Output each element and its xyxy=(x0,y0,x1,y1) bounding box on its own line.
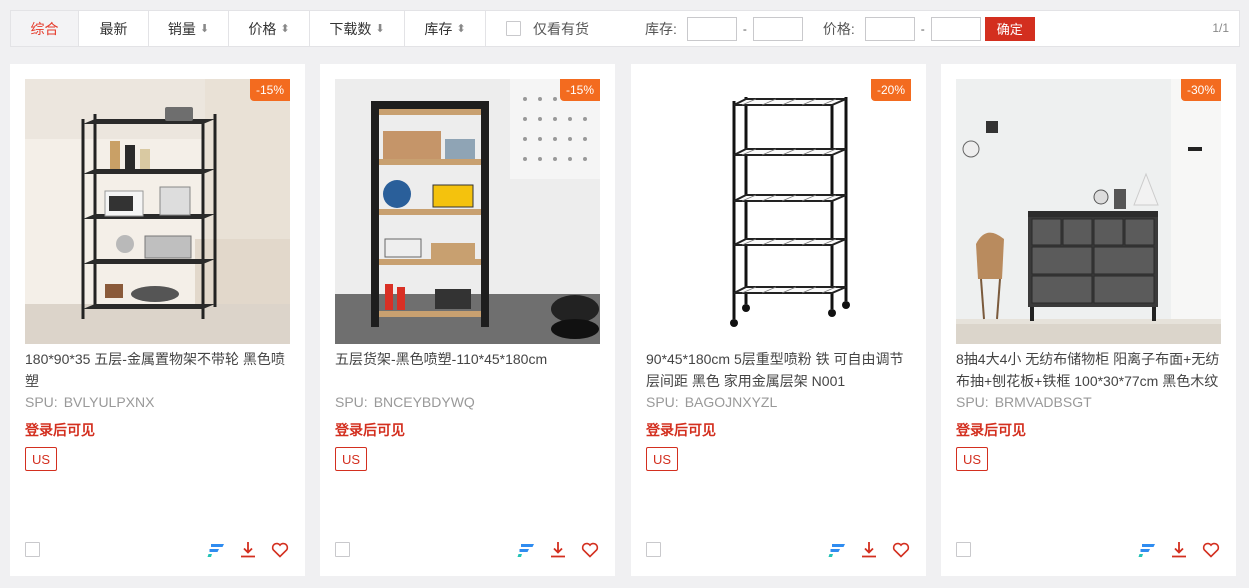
spu-label: SPU: xyxy=(646,394,679,410)
product-title[interactable]: 180*90*35 五层-金属置物架不带轮 黑色喷塑 xyxy=(25,348,293,392)
sort-toolbar: 综合 最新 销量 ⬇ 价格 ⬍ 下载数 ⬇ 库存 ⬍ 仅看有货 库存: - 价格… xyxy=(10,10,1240,47)
region-tag: US xyxy=(335,447,368,471)
card-actions xyxy=(206,540,290,560)
select-checkbox[interactable] xyxy=(335,542,350,557)
download-icon[interactable] xyxy=(1169,540,1189,560)
tab-downloads[interactable]: 下载数 ⬇ xyxy=(310,11,405,46)
product-image[interactable]: -15% xyxy=(25,79,290,344)
stock-range-label: 库存: xyxy=(645,20,677,37)
brand-f-icon[interactable] xyxy=(827,540,847,560)
card-actions xyxy=(1137,540,1221,560)
range-separator: - xyxy=(920,21,925,36)
tab-sales[interactable]: 销量 ⬇ xyxy=(149,11,229,46)
discount-badge: -30% xyxy=(1180,79,1221,101)
region-tag: US xyxy=(956,447,989,471)
download-icon[interactable] xyxy=(859,540,879,560)
product-image[interactable]: -15% xyxy=(335,79,600,344)
spu-label: SPU: xyxy=(25,394,58,410)
discount-badge: -15% xyxy=(559,79,600,101)
product-title[interactable]: 五层货架-黑色喷塑-110*45*180cm xyxy=(335,348,603,370)
spu-line: SPU: BRMVADBSGT xyxy=(956,394,1092,410)
region-tag: US xyxy=(25,447,58,471)
spu-label: SPU: xyxy=(956,394,989,410)
product-card[interactable]: -15% 180*90*35 五层-金属置物架不带轮 黑色喷塑 SPU: BVLY… xyxy=(10,64,305,576)
favorite-heart-icon[interactable] xyxy=(1201,540,1221,560)
price-range-label: 价格: xyxy=(822,20,855,37)
confirm-button[interactable]: 确定 xyxy=(984,16,1035,41)
card-actions xyxy=(516,540,600,560)
product-card[interactable]: -15% 五层货架-黑色喷塑-110*45*180cm SPU: BNCEYBDY… xyxy=(320,64,615,576)
favorite-heart-icon[interactable] xyxy=(270,540,290,560)
spu-line: SPU: BNCEYBDYWQ xyxy=(335,394,475,410)
tab-newest[interactable]: 最新 xyxy=(79,11,149,46)
only-in-stock-label: 仅看有货 xyxy=(533,20,589,37)
region-tag: US xyxy=(646,447,679,471)
login-to-view-price[interactable]: 登录后可见 xyxy=(646,420,716,440)
tab-label: 库存 xyxy=(424,20,453,37)
tab-label: 最新 xyxy=(99,20,128,37)
favorite-heart-icon[interactable] xyxy=(580,540,600,560)
favorite-heart-icon[interactable] xyxy=(891,540,911,560)
tab-price[interactable]: 价格 ⬍ xyxy=(229,11,310,46)
sort-down-icon: ⬇ xyxy=(199,23,210,35)
discount-badge: -15% xyxy=(249,79,290,101)
tab-comprehensive[interactable]: 综合 xyxy=(11,11,79,46)
tab-label: 销量 xyxy=(167,20,196,37)
select-checkbox[interactable] xyxy=(646,542,661,557)
stock-min-input[interactable] xyxy=(686,16,737,41)
brand-f-icon[interactable] xyxy=(1137,540,1157,560)
spu-line: SPU: BVLYULPXNX xyxy=(25,394,154,410)
spu-line: SPU: BAGOJNXYZL xyxy=(646,394,777,410)
sort-down-icon: ⬇ xyxy=(375,23,385,35)
price-min-input[interactable] xyxy=(864,16,915,41)
product-card[interactable]: -30% 8抽4大4小 无纺布储物柜 阳离子布面+无纺布抽+刨花板+铁框 100… xyxy=(941,64,1236,576)
tab-stock[interactable]: 库存 ⬍ xyxy=(405,11,486,46)
tab-label: 下载数 xyxy=(329,20,372,37)
card-actions xyxy=(827,540,911,560)
tab-label: 价格 xyxy=(248,20,277,37)
spu-code: BAGOJNXYZL xyxy=(684,394,778,410)
product-image[interactable]: -30% xyxy=(956,79,1221,344)
login-to-view-price[interactable]: 登录后可见 xyxy=(335,420,405,440)
download-icon[interactable] xyxy=(548,540,568,560)
brand-f-icon[interactable] xyxy=(206,540,226,560)
spu-code: BNCEYBDYWQ xyxy=(373,394,475,410)
price-max-input[interactable] xyxy=(930,16,981,41)
login-to-view-price[interactable]: 登录后可见 xyxy=(956,420,1026,440)
page-indicator: 1/1 xyxy=(1212,21,1229,35)
tab-label: 综合 xyxy=(30,20,59,37)
product-title[interactable]: 90*45*180cm 5层重型喷粉 铁 可自由调节层间距 黑色 家用金属层架 … xyxy=(646,348,914,392)
select-checkbox[interactable] xyxy=(956,542,971,557)
spu-code: BVLYULPXNX xyxy=(63,394,155,410)
brand-f-icon[interactable] xyxy=(516,540,536,560)
range-separator: - xyxy=(742,21,747,36)
spu-code: BRMVADBSGT xyxy=(994,394,1092,410)
product-title[interactable]: 8抽4大4小 无纺布储物柜 阳离子布面+无纺布抽+刨花板+铁框 100*30*7… xyxy=(956,348,1224,392)
product-image[interactable]: -20% xyxy=(646,79,911,344)
login-to-view-price[interactable]: 登录后可见 xyxy=(25,420,95,440)
spu-label: SPU: xyxy=(335,394,368,410)
select-checkbox[interactable] xyxy=(25,542,40,557)
discount-badge: -20% xyxy=(870,79,911,101)
sort-updown-icon: ⬍ xyxy=(280,23,290,35)
only-in-stock-filter[interactable]: 仅看有货 xyxy=(506,19,589,39)
product-card[interactable]: -20% 90*45*180cm 5层重型喷粉 铁 可自由调节层间距 黑色 家用… xyxy=(631,64,926,576)
only-in-stock-checkbox[interactable] xyxy=(506,21,521,36)
download-icon[interactable] xyxy=(238,540,258,560)
sort-updown-icon: ⬍ xyxy=(456,23,466,35)
stock-max-input[interactable] xyxy=(752,16,803,41)
